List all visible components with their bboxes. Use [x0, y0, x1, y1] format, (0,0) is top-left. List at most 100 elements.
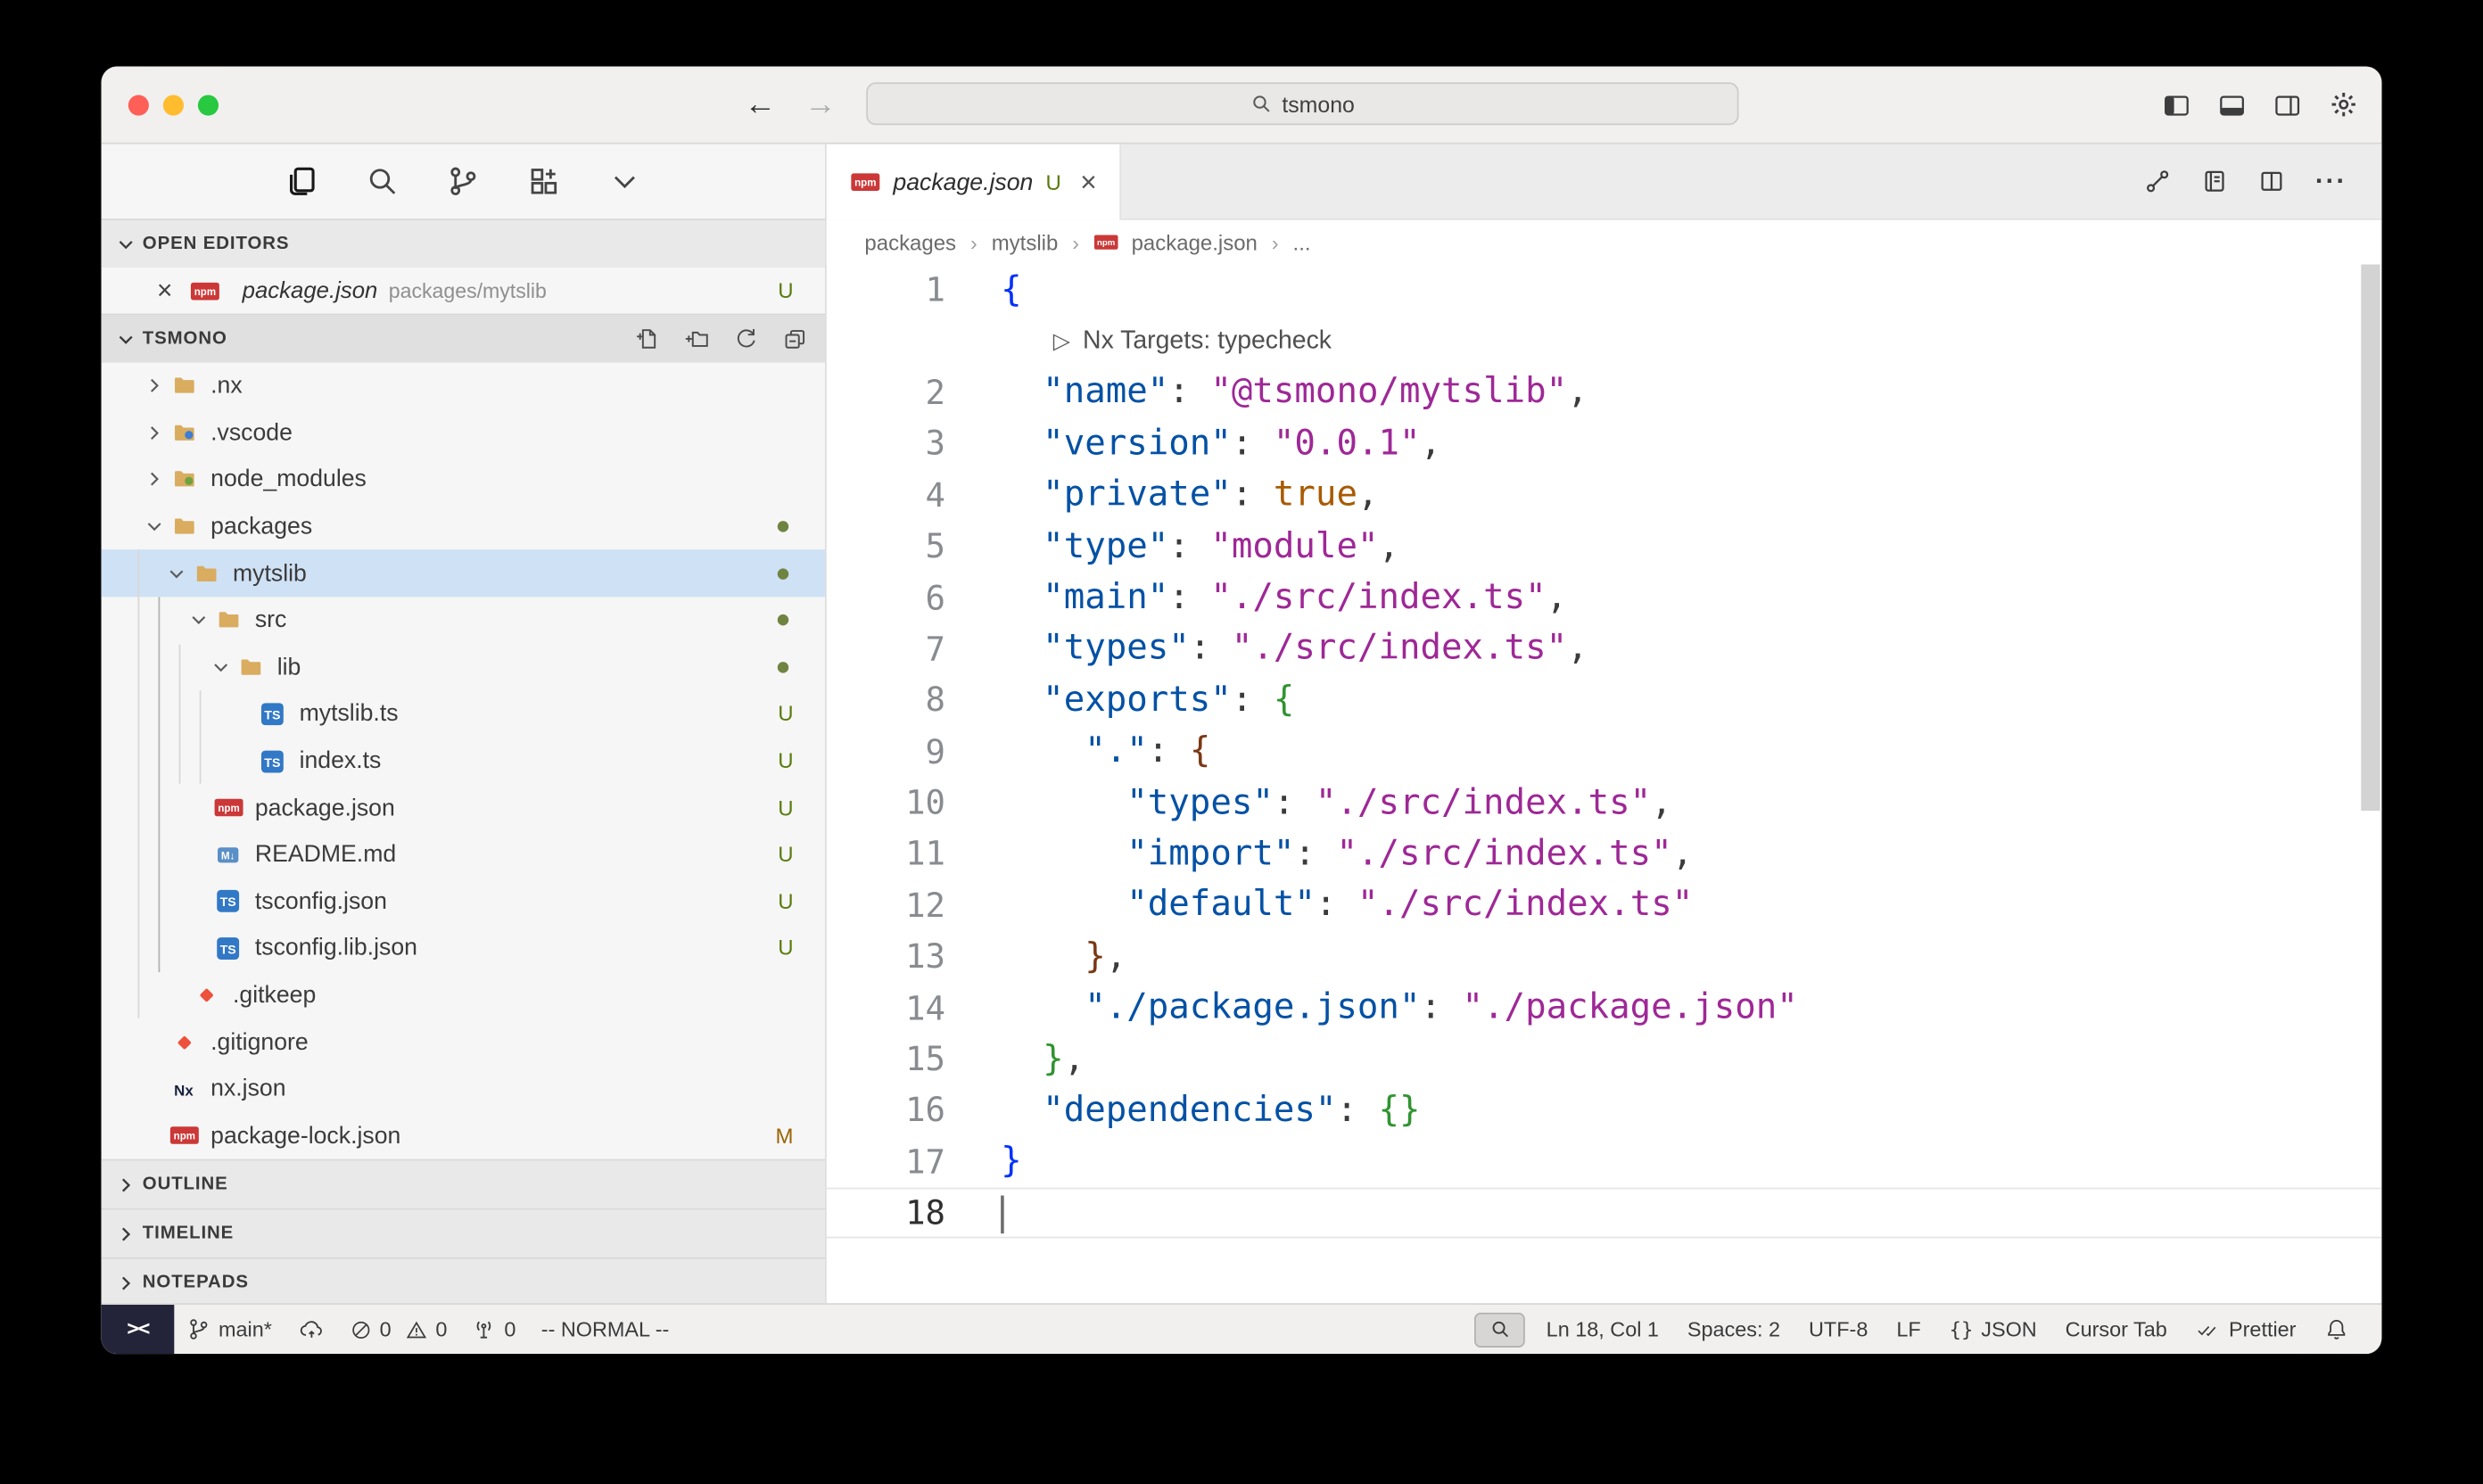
code-line[interactable]: 9 ".": { [827, 726, 2382, 778]
git-branch-item[interactable]: main* [174, 1305, 285, 1354]
collapse-all-icon[interactable] [782, 326, 807, 351]
tree-item-lib[interactable]: lib [102, 644, 825, 691]
code-line[interactable]: 4 "private": true, [827, 470, 2382, 522]
settings-gear-icon[interactable] [2330, 90, 2358, 119]
close-icon[interactable]: × [1080, 166, 1097, 199]
encoding-item[interactable]: UTF-8 [1794, 1305, 1882, 1354]
code-line[interactable]: 12 "default": "./src/index.ts" [827, 880, 2382, 932]
new-folder-icon[interactable] [684, 326, 709, 351]
explorer-icon[interactable] [283, 162, 321, 201]
tree-item-README.md[interactable]: M↓README.mdU [102, 831, 825, 878]
tree-item-mytslib[interactable]: mytslib [102, 550, 825, 598]
split-editor-icon[interactable] [2258, 168, 2285, 194]
tree-item-.gitignore[interactable]: .gitignore [102, 1018, 825, 1066]
breadcrumb-item[interactable]: ... [1293, 230, 1311, 254]
workspace-header[interactable]: TSMONO [102, 314, 825, 363]
breadcrumb-item[interactable]: packages [864, 230, 956, 254]
cursor-tab-item[interactable]: Cursor Tab [2051, 1305, 2182, 1354]
code-line[interactable]: 14 "./package.json": "./package.json" [827, 983, 2382, 1035]
scrollbar-thumb[interactable] [2361, 265, 2380, 812]
refresh-icon[interactable] [733, 326, 758, 351]
problems-item[interactable]: 0 0 [337, 1305, 460, 1354]
close-button[interactable] [128, 95, 149, 115]
chevron-down-icon[interactable] [606, 162, 644, 201]
outline-section-header[interactable]: OUTLINE [102, 1159, 825, 1208]
notebook-icon[interactable] [2201, 168, 2228, 194]
chevron-down-icon[interactable] [139, 515, 168, 539]
code-line[interactable]: 1{ [827, 265, 2382, 317]
back-button[interactable]: ← [744, 87, 776, 123]
breadcrumb-item[interactable]: mytslib [992, 230, 1059, 254]
tree-item-.gitkeep[interactable]: .gitkeep [102, 972, 825, 1019]
minimize-button[interactable] [163, 95, 184, 115]
code-line[interactable]: 16 "dependencies": {} [827, 1085, 2382, 1137]
tree-item-src[interactable]: src [102, 597, 825, 644]
remote-indicator[interactable]: >< [102, 1305, 175, 1354]
extensions-icon[interactable] [525, 162, 564, 201]
codelens-label[interactable]: Nx Targets: typecheck [1083, 327, 1332, 356]
tree-item-package-lock.json[interactable]: npmpackage-lock.jsonM [102, 1112, 825, 1159]
code-line[interactable]: 13 }, [827, 931, 2382, 983]
tree-item-packages[interactable]: packages [102, 503, 825, 550]
breadcrumb-item[interactable]: package.json [1132, 230, 1258, 254]
maximize-button[interactable] [198, 95, 219, 115]
more-actions-icon[interactable]: ··· [2315, 166, 2347, 198]
open-editors-header[interactable]: OPEN EDITORS [102, 218, 825, 268]
run-icon[interactable]: ▷ [1053, 328, 1070, 355]
command-center-search[interactable]: tsmono [866, 82, 1738, 125]
cursor-position-item[interactable]: Ln 18, Col 1 [1532, 1305, 1673, 1354]
new-file-icon[interactable] [635, 326, 660, 351]
timeline-section-header[interactable]: TIMELINE [102, 1208, 825, 1257]
formatter-item[interactable]: Prettier [2182, 1305, 2311, 1354]
forward-button[interactable]: → [804, 87, 837, 123]
code-editor[interactable]: 1{ ▷ Nx Targets: typecheck 2 "name": "@tsmo… [827, 265, 2382, 1304]
npm-icon: npm [212, 795, 244, 821]
tree-item-node-modules[interactable]: node_modules [102, 457, 825, 504]
code-line[interactable]: 17} [827, 1136, 2382, 1188]
vim-mode-indicator[interactable]: -- NORMAL -- [529, 1305, 682, 1354]
code-line[interactable]: 8 "exports": { [827, 675, 2382, 727]
chevron-right-icon[interactable] [139, 421, 168, 445]
indentation-item[interactable]: Spaces: 2 [1673, 1305, 1794, 1354]
tree-item-tsconfig.lib.json[interactable]: TStsconfig.lib.jsonU [102, 925, 825, 972]
toggle-panel-right-icon[interactable] [2274, 91, 2301, 118]
tree-item-.vscode[interactable]: .vscode [102, 409, 825, 457]
search-icon[interactable] [363, 162, 401, 201]
zoom-indicator-button[interactable] [1475, 1312, 1526, 1347]
source-control-icon[interactable] [444, 162, 483, 201]
code-line[interactable]: 15 }, [827, 1034, 2382, 1085]
tree-item-nx.json[interactable]: Nxnx.json [102, 1066, 825, 1113]
open-changes-icon[interactable] [2144, 168, 2171, 194]
code-line[interactable]: 5 "type": "module", [827, 521, 2382, 573]
code-line[interactable]: 18 [827, 1188, 2382, 1240]
tab-package-json[interactable]: npm package.json U × [827, 144, 1121, 220]
code-line[interactable]: 10 "types": "./src/index.ts", [827, 778, 2382, 829]
tree-item-mytslib.ts[interactable]: TSmytslib.tsU [102, 690, 825, 738]
chevron-down-icon[interactable] [206, 655, 235, 680]
publish-changes-item[interactable] [285, 1305, 337, 1354]
notepads-section-header[interactable]: NOTEPADS [102, 1257, 825, 1307]
code-line[interactable]: 11 "import": "./src/index.ts", [827, 829, 2382, 880]
tree-item-package.json[interactable]: npmpackage.jsonU [102, 784, 825, 831]
code-line[interactable]: 3 "version": "0.0.1", [827, 418, 2382, 470]
chevron-down-icon[interactable] [161, 562, 190, 586]
open-editor-item[interactable]: × npm package.json packages/mytslib U [102, 268, 825, 313]
ports-item[interactable]: 0 [460, 1305, 529, 1354]
toggle-panel-bottom-icon[interactable] [2218, 91, 2245, 118]
notifications-item[interactable] [2310, 1305, 2363, 1354]
chevron-right-icon[interactable] [139, 375, 168, 399]
code-line[interactable]: 7 "types": "./src/index.ts", [827, 623, 2382, 675]
status-bar: >< main* 0 0 0 -- NORMAL -- [102, 1303, 2382, 1354]
codelens[interactable]: ▷ Nx Targets: typecheck [827, 316, 2382, 367]
toggle-panel-left-icon[interactable] [2163, 91, 2190, 118]
code-line[interactable]: 2 "name": "@tsmono/mytslib", [827, 367, 2382, 419]
language-mode-item[interactable]: {} JSON [1935, 1305, 2051, 1354]
chevron-right-icon[interactable] [139, 468, 168, 492]
eol-item[interactable]: LF [1882, 1305, 1934, 1354]
close-icon[interactable]: × [152, 275, 177, 307]
chevron-down-icon[interactable] [184, 608, 212, 632]
tree-item-.nx[interactable]: .nx [102, 363, 825, 410]
tree-item-tsconfig.json[interactable]: TStsconfig.jsonU [102, 878, 825, 926]
code-line[interactable]: 6 "main": "./src/index.ts", [827, 573, 2382, 624]
tree-item-index.ts[interactable]: TSindex.tsU [102, 738, 825, 785]
